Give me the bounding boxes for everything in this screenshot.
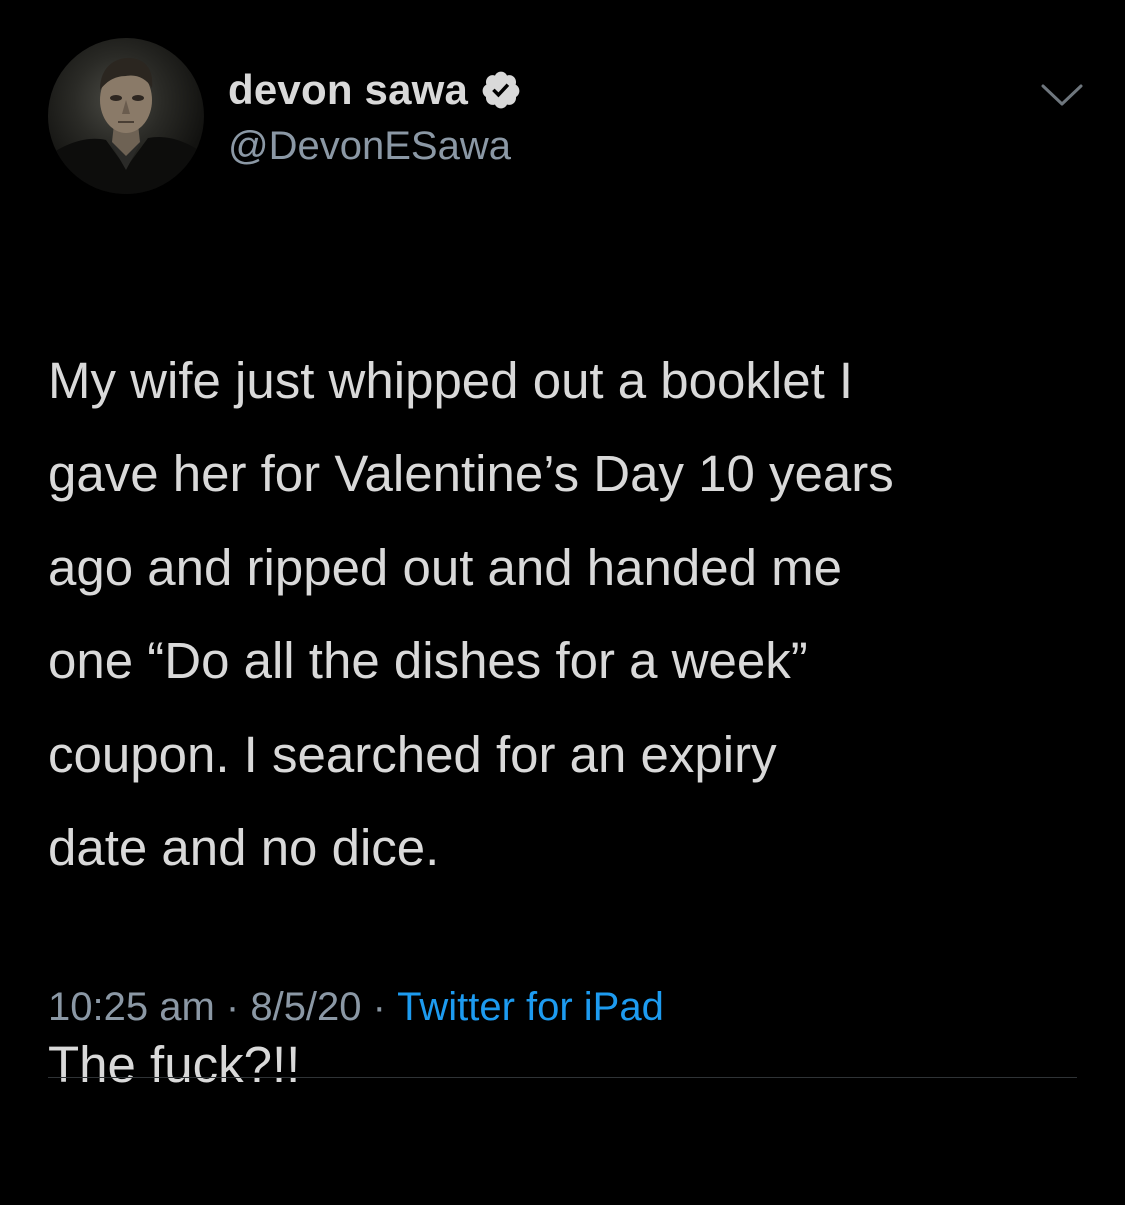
user-handle[interactable]: @DevonESawa <box>228 124 511 169</box>
chevron-down-icon <box>1041 84 1083 106</box>
tweet-text-paragraph-2: The fuck?!! <box>48 1036 301 1093</box>
tweet: devon sawa @DevonESawa My wife just whip… <box>0 0 1125 1093</box>
avatar[interactable] <box>48 38 204 194</box>
divider <box>48 1077 1077 1078</box>
tweet-text: My wife just whipped out a booklet I gav… <box>48 240 1098 1205</box>
tweet-date[interactable]: 8/5/20 <box>250 985 361 1030</box>
tweet-menu-button[interactable] <box>1040 80 1084 110</box>
tweet-text-paragraph-1: My wife just whipped out a booklet I gav… <box>48 351 894 877</box>
author-name-row[interactable]: devon sawa <box>228 66 522 114</box>
tweet-meta: 10:25 am · 8/5/20 · Twitter for iPad <box>48 985 664 1030</box>
tweet-time[interactable]: 10:25 am <box>48 985 215 1030</box>
tweet-source-link[interactable]: Twitter for iPad <box>397 985 664 1030</box>
avatar-photo <box>48 58 204 194</box>
meta-separator: · <box>214 985 251 1029</box>
meta-separator: · <box>361 985 398 1029</box>
display-name[interactable]: devon sawa <box>228 66 468 114</box>
verified-badge-icon <box>480 69 522 111</box>
